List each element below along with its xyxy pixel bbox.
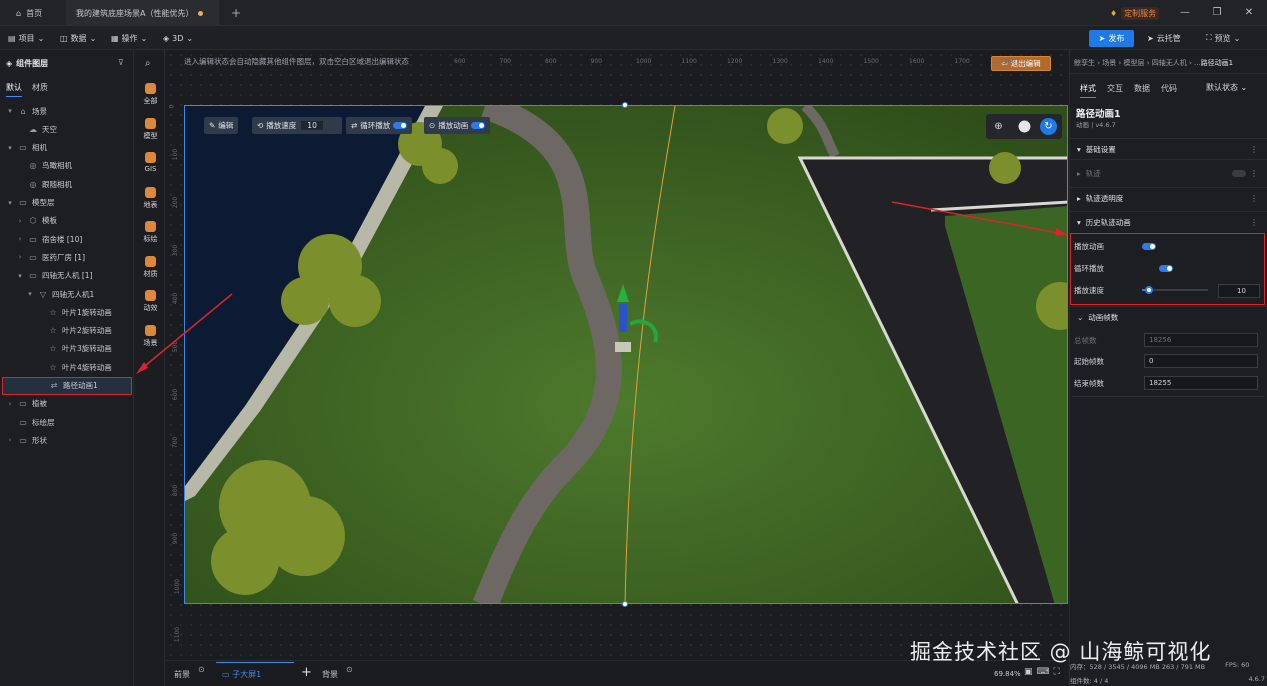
component-count: 组件数: 4 / 4 [1070,677,1109,685]
fps-stat: FPS: 60 [1225,661,1250,669]
app-version: 4.6.7 [1248,675,1265,683]
watermark: 掘金技术社区 @ 山海鲸可视化 [910,640,1212,664]
annotation-arrows [136,201,1068,374]
